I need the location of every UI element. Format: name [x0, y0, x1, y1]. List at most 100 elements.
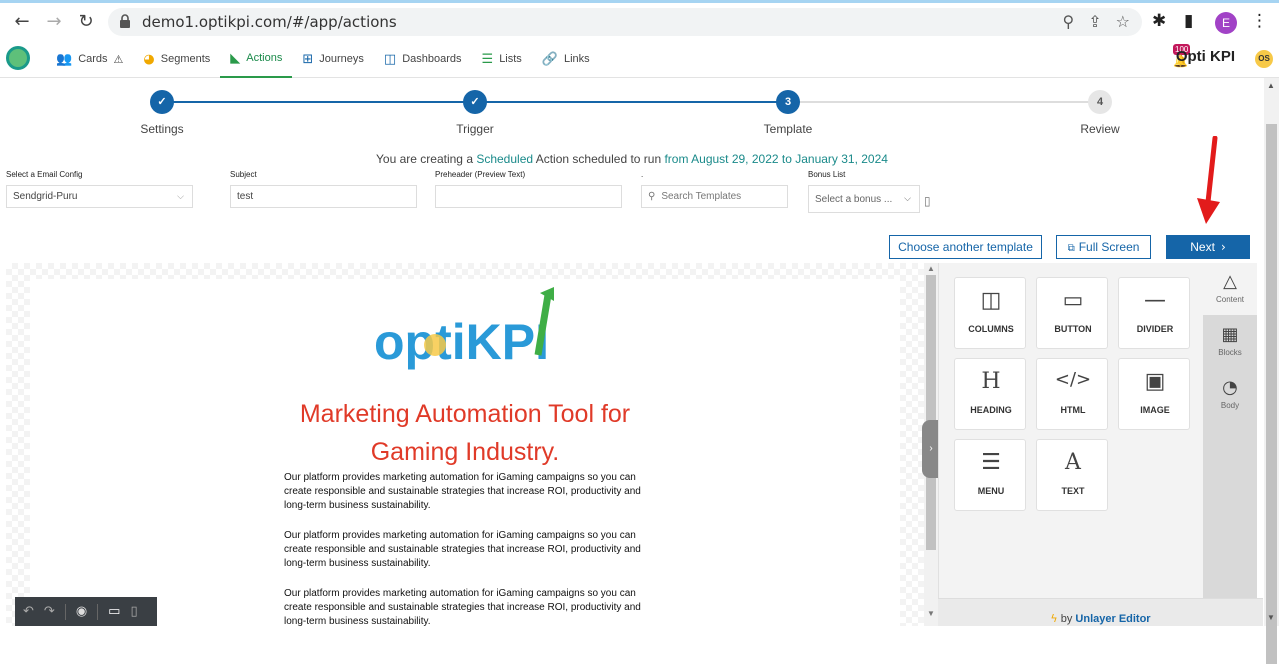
bolt-icon: ϟ	[1050, 612, 1058, 625]
redo-icon[interactable]: ↷	[44, 604, 55, 619]
megaphone-icon: ◣	[230, 50, 241, 66]
sidepanel-icon[interactable]: ▮	[1184, 11, 1193, 31]
desktop-view-icon[interactable]: ▭	[108, 604, 120, 619]
star-icon[interactable]: ☆	[1116, 12, 1130, 31]
external-link-icon: ⧉	[1067, 243, 1075, 254]
text-icon: A	[1065, 450, 1081, 475]
divider-icon: —	[1144, 288, 1166, 313]
chevron-down-icon: ⌵	[177, 191, 184, 201]
scroll-up-icon[interactable]: ▲	[1267, 81, 1275, 90]
list-icon: ☰	[481, 51, 494, 67]
undo-icon[interactable]: ↶	[23, 604, 34, 619]
address-bar[interactable]: demo1.optikpi.com/#/app/actions ⚲ ⇪ ☆	[108, 8, 1142, 36]
editor-toolbar: ↶ ↷ ◉ ▭ ▯	[15, 597, 157, 626]
forward-icon[interactable]: →	[44, 12, 64, 32]
email-canvas[interactable]: optiKPI Marketing Automation Tool for Gam…	[6, 263, 924, 626]
scroll-down-icon[interactable]: ▼	[1267, 613, 1275, 622]
nav-cards[interactable]: 👥 Cards ⚠	[46, 40, 133, 78]
user-avatar[interactable]: OS	[1255, 50, 1273, 68]
tab-body[interactable]: ◔ Body	[1203, 369, 1257, 421]
email-paragraph-1[interactable]: Our platform provides marketing automati…	[284, 471, 644, 513]
dashboard-icon: ◫	[383, 51, 397, 67]
back-icon[interactable]: ←	[12, 12, 32, 32]
url-text[interactable]: demo1.optikpi.com/#/app/actions	[142, 13, 397, 31]
menu-icon: ☰	[981, 450, 1001, 475]
link-icon: 🔗	[541, 51, 558, 67]
preheader-label: Preheader (Preview Text)	[435, 170, 526, 179]
stepper-remaining-line	[788, 101, 1100, 103]
mobile-view-icon[interactable]: ▯	[130, 604, 137, 619]
share-icon[interactable]: ⇪	[1088, 12, 1101, 31]
tile-text[interactable]: A TEXT	[1036, 439, 1108, 511]
app-navbar: 👥 Cards ⚠ ◕ Segments ◣ Actions ⊞ Journeys ◫ Da…	[0, 40, 1279, 78]
nav-journeys[interactable]: ⊞ Journeys	[292, 40, 374, 78]
email-body[interactable]: optiKPI Marketing Automation Tool for Gam…	[30, 279, 900, 626]
lock-icon	[120, 14, 130, 28]
step-settings-check-icon[interactable]: ✓	[150, 90, 174, 114]
unlayer-link[interactable]: Unlayer Editor	[1075, 613, 1150, 625]
choose-template-button[interactable]: Choose another template	[889, 235, 1042, 259]
canvas-scroll-thumb[interactable]	[926, 275, 936, 550]
tile-divider[interactable]: — DIVIDER	[1118, 277, 1190, 349]
chevron-down-icon: ⌵	[904, 193, 911, 203]
brand-name: Opti KPI	[1175, 48, 1235, 65]
nav-lists[interactable]: ☰ Lists	[472, 40, 532, 78]
heading-icon: H	[981, 369, 1001, 394]
users-icon: 👥	[56, 51, 73, 67]
email-paragraph-3[interactable]: Our platform provides marketing automati…	[284, 587, 644, 626]
menu-kebab-icon[interactable]: ⋮	[1251, 11, 1268, 31]
step-settings-label: Settings	[140, 122, 184, 136]
search-templates-input[interactable]: ⚲ Search Templates	[641, 185, 788, 208]
subject-input[interactable]: test	[230, 185, 417, 208]
annotation-arrow-icon	[1197, 136, 1220, 224]
zoom-icon[interactable]: ⚲	[1063, 12, 1075, 31]
reload-icon[interactable]: ↻	[76, 12, 96, 32]
email-config-select[interactable]: Sendgrid-Puru ⌵	[6, 185, 193, 208]
step-trigger-check-icon[interactable]: ✓	[463, 90, 487, 114]
pie-icon: ◕	[143, 51, 155, 67]
grid-icon: ▦	[1221, 324, 1239, 345]
tile-heading[interactable]: H HEADING	[954, 358, 1026, 430]
toolbar-divider	[97, 603, 99, 620]
page-scroll-thumb[interactable]	[1266, 124, 1277, 664]
tab-blocks[interactable]: ▦ Blocks	[1203, 316, 1257, 368]
preheader-input[interactable]	[435, 185, 622, 208]
content-panel: ◫ COLUMNS ▭ BUTTON — DIVIDER H HEADING </> HT…	[938, 263, 1203, 626]
next-button[interactable]: Next ›	[1166, 235, 1250, 259]
step-template-number[interactable]: 3	[776, 90, 800, 114]
scroll-down-icon[interactable]: ▼	[927, 609, 935, 618]
email-paragraph-2[interactable]: Our platform provides marketing automati…	[284, 529, 644, 571]
extensions-icon[interactable]: ✱	[1152, 11, 1166, 31]
image-icon: ▣	[1144, 369, 1166, 394]
unlayer-footer: ϟ by Unlayer Editor	[938, 598, 1263, 626]
email-heading[interactable]: Marketing Automation Tool for Gaming Indu…	[30, 395, 900, 471]
profile-avatar[interactable]: E	[1215, 12, 1237, 34]
main-nav: 👥 Cards ⚠ ◕ Segments ◣ Actions ⊞ Journeys ◫ Da…	[46, 40, 600, 78]
editor-tabs: △ Content ▦ Blocks ◔ Body	[1203, 263, 1257, 598]
tile-image[interactable]: ▣ IMAGE	[1118, 358, 1190, 430]
tile-html[interactable]: </> HTML	[1036, 358, 1108, 430]
scroll-up-icon[interactable]: ▲	[927, 264, 935, 273]
search-label: .	[641, 170, 644, 179]
preview-eye-icon[interactable]: ◉	[76, 604, 87, 619]
bonus-list-select[interactable]: Select a bonus ... ⌵	[808, 185, 920, 213]
step-review-number[interactable]: 4	[1088, 90, 1112, 114]
nav-actions[interactable]: ◣ Actions	[220, 40, 293, 78]
palette-icon: ◔	[1222, 377, 1238, 398]
nav-dashboards[interactable]: ◫ Dashboards	[374, 40, 472, 78]
code-icon: </>	[1054, 369, 1092, 390]
tile-button[interactable]: ▭ BUTTON	[1036, 277, 1108, 349]
tab-content[interactable]: △ Content	[1203, 263, 1257, 315]
nav-links[interactable]: 🔗 Links	[532, 40, 600, 78]
nav-segments[interactable]: ◕ Segments	[133, 40, 220, 78]
tile-columns[interactable]: ◫ COLUMNS	[954, 277, 1026, 349]
page-scrollbar[interactable]: ▲ ▼	[1264, 78, 1279, 664]
optikpi-logo[interactable]: optiKPI	[368, 285, 568, 375]
clipboard-icon[interactable]: ▯	[924, 194, 931, 208]
tile-menu[interactable]: ☰ MENU	[954, 439, 1026, 511]
toolbar-divider	[64, 603, 66, 620]
step-trigger-label: Trigger	[456, 122, 494, 136]
button-icon: ▭	[1062, 288, 1084, 313]
app-logo[interactable]	[6, 46, 30, 70]
full-screen-button[interactable]: ⧉ Full Screen	[1056, 235, 1151, 259]
